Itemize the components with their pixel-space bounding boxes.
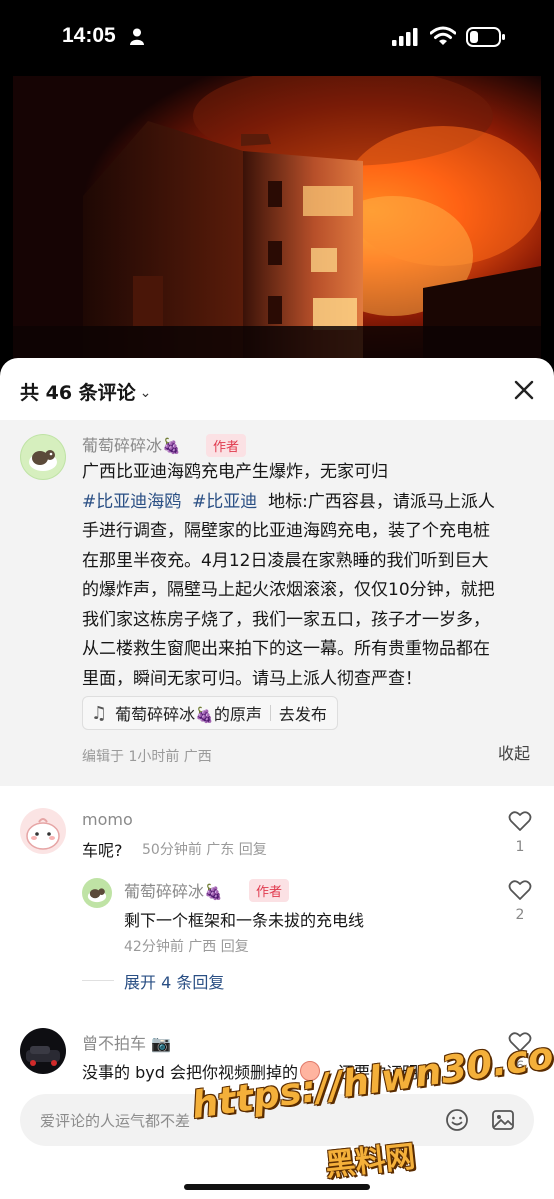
camera-icon: 📷 bbox=[151, 1034, 172, 1053]
collapse-button[interactable]: 收起 bbox=[498, 740, 530, 764]
author-post: 葡萄碎碎冰🍇 作者 广西比亚迪海鸥充电产生爆炸，无家可归 #比亚迪海鸥 #比亚迪… bbox=[0, 420, 554, 786]
divider bbox=[82, 980, 114, 981]
peach-emoji-icon bbox=[299, 1061, 320, 1081]
commenter-avatar[interactable] bbox=[20, 808, 66, 854]
hashtag-link[interactable]: #比亚迪海鸥 bbox=[82, 492, 181, 512]
reply-meta: 42分钟前 广西 回复 bbox=[124, 939, 249, 955]
grapes-icon: 🍇 bbox=[195, 706, 214, 724]
author-nickname[interactable]: 葡萄碎碎冰🍇 bbox=[82, 432, 181, 456]
wifi-icon bbox=[430, 26, 456, 45]
comment-meta: 50分钟前 广东 回复 bbox=[142, 842, 267, 858]
comment-input-placeholder: 爱评论的人运气都不差 bbox=[40, 1112, 191, 1130]
cellular-signal-icon bbox=[392, 28, 418, 46]
close-icon[interactable] bbox=[512, 378, 536, 402]
grapes-icon: 🍇 bbox=[204, 883, 223, 901]
commenter-nickname[interactable]: 曾不拍车 📷 bbox=[82, 1030, 171, 1054]
original-sound-label: 葡萄碎碎冰🍇的原声 bbox=[115, 705, 262, 724]
like-count: 2 bbox=[515, 907, 525, 923]
post-line: 广西比亚迪海鸥充电产生爆炸，无家可归 bbox=[82, 462, 388, 482]
post-meta: 编辑于 1小时前 广西 bbox=[82, 749, 212, 765]
author-badge: 作者 bbox=[206, 434, 247, 457]
commenter-avatar[interactable] bbox=[20, 1028, 66, 1074]
post-line: #比亚迪海鸥 #比亚迪 地标:广西容县，请派马上派人 bbox=[82, 491, 495, 512]
comment-input[interactable]: 爱评论的人运气都不差 bbox=[20, 1094, 534, 1146]
chevron-down-icon: ⌄ bbox=[139, 385, 152, 401]
comment-count-button[interactable]: 共 46 条评论 ⌄ bbox=[20, 378, 151, 405]
hashtag-link[interactable]: #比亚迪 bbox=[192, 492, 257, 512]
grapes-icon: 🍇 bbox=[162, 437, 181, 455]
comment-text: 车呢? bbox=[82, 841, 123, 860]
heart-outline-icon[interactable] bbox=[508, 879, 532, 901]
reply-avatar[interactable] bbox=[82, 878, 112, 908]
reply-text: 剩下一个框架和一条未拔的充电线 bbox=[124, 911, 365, 930]
image-icon[interactable] bbox=[491, 1108, 515, 1132]
post-line: 我们家这栋房子烧了，我们一家五口，孩子才一岁多， bbox=[82, 609, 490, 630]
post-line: 里面，瞬间无家可归。请马上派人彻查严查！ bbox=[82, 668, 422, 689]
author-avatar[interactable] bbox=[20, 434, 66, 480]
comment-text: 没事的 byd 会把你视频删掉的 ，还要你证明你 bbox=[82, 1061, 434, 1082]
expand-replies-button[interactable]: 展开 4 条回复 bbox=[124, 969, 224, 993]
comment-count-label: 共 46 条评论 bbox=[20, 382, 136, 404]
sheet-header: 共 46 条评论 ⌄ bbox=[0, 358, 554, 420]
reply-nickname[interactable]: 葡萄碎碎冰🍇 bbox=[124, 878, 223, 902]
publish-sound-link[interactable]: 去发布 bbox=[279, 701, 327, 725]
battery-icon bbox=[466, 27, 505, 47]
heart-outline-icon[interactable] bbox=[508, 1031, 532, 1053]
author-badge: 作者 bbox=[249, 879, 290, 902]
like-count: 6 bbox=[515, 1059, 525, 1075]
emoji-icon[interactable] bbox=[445, 1108, 469, 1132]
like-count: 1 bbox=[515, 839, 525, 855]
video-frame[interactable] bbox=[13, 76, 541, 376]
home-indicator[interactable] bbox=[184, 1184, 370, 1190]
post-line: 在那里半夜充。4月12日凌晨在家熟睡的我们听到巨大 bbox=[82, 550, 489, 571]
divider bbox=[269, 705, 271, 721]
comment-sheet: 共 46 条评论 ⌄ 葡萄碎碎冰🍇 作者 广西比亚迪海鸥充电产生爆炸，无家可归 #… bbox=[0, 358, 554, 1199]
post-content: 广西比亚迪海鸥充电产生爆炸，无家可归 #比亚迪海鸥 #比亚迪 地标:广西容县，请… bbox=[82, 458, 532, 694]
post-line: 从二楼救生窗爬出来拍下的这一幕。所有贵重物品都在 bbox=[82, 639, 490, 659]
post-line: 手进行调查，隔壁家的比亚迪海鸥充电，装了个充电桩 bbox=[82, 521, 490, 541]
status-bar: 14:05 bbox=[0, 0, 554, 76]
heart-outline-icon[interactable] bbox=[508, 810, 532, 832]
status-time: 14:05 bbox=[62, 24, 116, 47]
burning-building-image bbox=[13, 76, 541, 376]
post-line: 的爆炸声，隔壁马上起火浓烟滚滚，仅仅10分钟，就把 bbox=[82, 580, 495, 600]
person-icon bbox=[130, 28, 144, 45]
original-sound-pill[interactable]: ♫ 葡萄碎碎冰🍇的原声 去发布 bbox=[82, 696, 338, 730]
commenter-nickname[interactable]: momo bbox=[82, 810, 133, 829]
music-note-icon: ♫ bbox=[91, 702, 108, 724]
